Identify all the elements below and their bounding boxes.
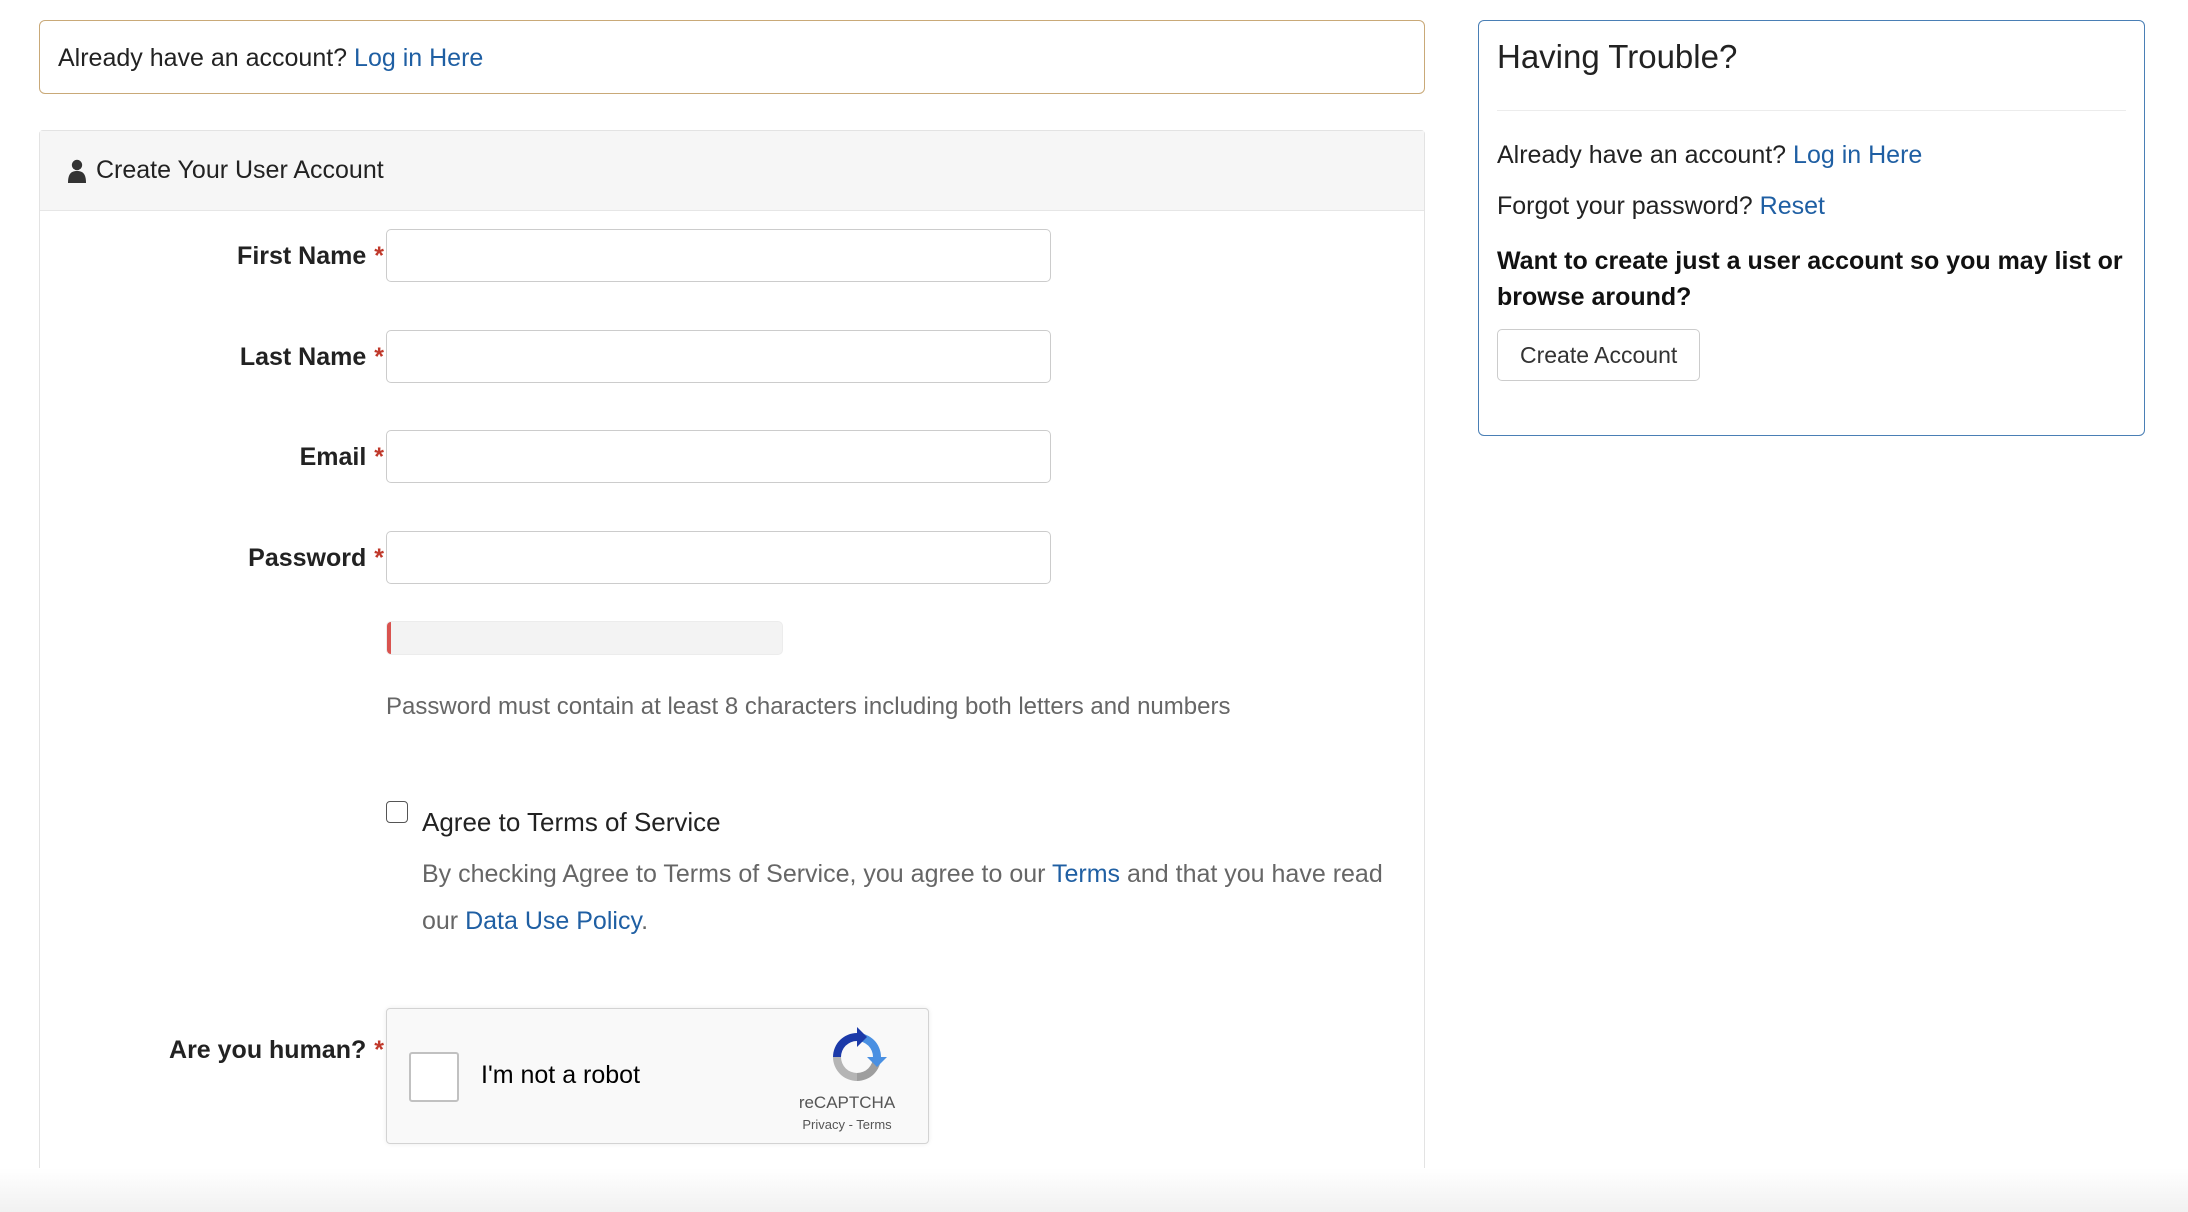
- create-account-prompt: Want to create just a user account so yo…: [1497, 247, 2123, 311]
- human-check-label: Are you human? *: [169, 1023, 384, 1077]
- required-marker: *: [374, 241, 384, 270]
- trouble-login-link[interactable]: Log in Here: [1793, 141, 1922, 169]
- recaptcha-links: Privacy - Terms: [777, 1117, 917, 1132]
- password-strength-meter: [386, 621, 783, 655]
- trouble-forgot-text: Forgot your password?: [1497, 192, 1753, 220]
- first-name-input[interactable]: [386, 229, 1051, 282]
- panel-title: Create Your User Account: [96, 156, 384, 184]
- required-marker: *: [374, 342, 384, 371]
- reset-password-link[interactable]: Reset: [1760, 192, 1825, 220]
- terms-desc-part1: By checking Agree to Terms of Service, y…: [422, 860, 1052, 888]
- recaptcha-widget: I'm not a robot reCAPTCHA Privacy - Term…: [386, 1008, 929, 1144]
- required-marker: *: [374, 442, 384, 471]
- login-notice: Already have an account? Log in Here: [39, 20, 1425, 94]
- trouble-login-line: Already have an account? Log in Here: [1497, 141, 2126, 170]
- recaptcha-checkbox[interactable]: [409, 1052, 459, 1102]
- last-name-label: Last Name *: [240, 330, 384, 384]
- having-trouble-panel: Having Trouble? Already have an account?…: [1478, 20, 2145, 436]
- login-notice-text: Already have an account?: [58, 44, 348, 72]
- trouble-forgot-line: Forgot your password? Reset: [1497, 192, 2126, 221]
- panel-heading: Create Your User Account: [40, 131, 1424, 211]
- last-name-input[interactable]: [386, 330, 1051, 383]
- password-help-text: Password must contain at least 8 charact…: [386, 693, 1231, 720]
- recaptcha-label: I'm not a robot: [481, 1061, 641, 1089]
- data-use-policy-link[interactable]: Data Use Policy: [465, 907, 641, 935]
- human-check-label-text: Are you human?: [169, 1035, 367, 1064]
- terms-checkbox[interactable]: [386, 801, 408, 823]
- recaptcha-brand: reCAPTCHA: [798, 1093, 896, 1112]
- page: Already have an account? Log in Here Cre…: [0, 0, 2188, 1212]
- email-input[interactable]: [386, 430, 1051, 483]
- email-label: Email *: [300, 430, 384, 484]
- password-label: Password *: [248, 531, 384, 585]
- create-account-button[interactable]: Create Account: [1497, 329, 1701, 381]
- required-marker: *: [374, 1035, 384, 1064]
- terms-label[interactable]: Agree to Terms of Service: [422, 807, 721, 838]
- password-label-text: Password: [248, 543, 367, 572]
- email-label-text: Email: [299, 442, 367, 471]
- user-icon: [68, 159, 86, 183]
- last-name-label-text: Last Name: [239, 342, 367, 371]
- terms-description: By checking Agree to Terms of Service, y…: [422, 851, 1392, 945]
- recaptcha-separator: -: [844, 1117, 857, 1132]
- recaptcha-privacy-link[interactable]: Privacy: [802, 1117, 845, 1132]
- recaptcha-terms-link[interactable]: Terms: [856, 1117, 891, 1132]
- password-input[interactable]: [386, 531, 1051, 584]
- password-strength-fill: [387, 622, 391, 654]
- first-name-label-text: First Name: [237, 241, 367, 270]
- terms-link[interactable]: Terms: [1052, 860, 1120, 888]
- recaptcha-logo-icon: [833, 1027, 887, 1081]
- terms-desc-part3: .: [641, 907, 649, 935]
- bottom-fade: [0, 1168, 2188, 1212]
- create-account-panel: Create Your User Account First Name * La…: [39, 130, 1425, 1202]
- login-link[interactable]: Log in Here: [354, 44, 483, 72]
- trouble-title: Having Trouble?: [1497, 39, 2126, 111]
- first-name-label: First Name *: [237, 229, 384, 283]
- required-marker: *: [374, 543, 384, 572]
- trouble-login-text: Already have an account?: [1497, 141, 1787, 169]
